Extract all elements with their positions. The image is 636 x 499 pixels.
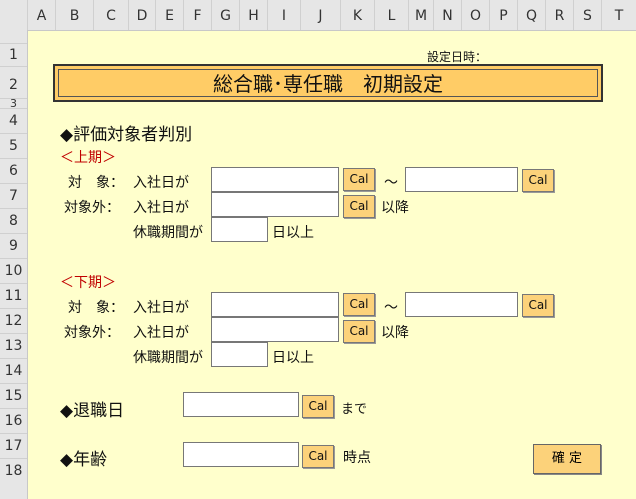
- first-half-label: ＜上期＞: [60, 150, 116, 166]
- column-header-bar: A B C D E F G H I J K L M N O P Q R S T: [0, 0, 636, 31]
- row-header-13[interactable]: 13: [0, 333, 27, 358]
- first-excluded-hire-label: 入社日が: [133, 200, 189, 216]
- confirm-button[interactable]: 確 定: [533, 444, 601, 474]
- first-target-start-cal-button[interactable]: Cal: [343, 168, 375, 191]
- first-target-tilde: ～: [384, 175, 398, 191]
- second-excluded-hire-label: 入社日が: [133, 325, 189, 341]
- row-header-9[interactable]: 9: [0, 233, 27, 258]
- row-header-11[interactable]: 11: [0, 283, 27, 308]
- col-header-K[interactable]: K: [340, 0, 374, 30]
- col-header-N[interactable]: N: [433, 0, 461, 30]
- retire-date-cal-button[interactable]: Cal: [302, 395, 334, 418]
- col-header-R[interactable]: R: [545, 0, 573, 30]
- second-excluded-after-label: 以降: [381, 325, 409, 341]
- col-header-A[interactable]: A: [27, 0, 55, 30]
- first-target-end-input[interactable]: [405, 167, 518, 192]
- row-header-bar: 1 2 3 4 5 6 7 8 9 10 11 12 13 14 15 16 1…: [0, 30, 28, 499]
- retire-heading: ◆退職日: [60, 401, 125, 421]
- col-header-S[interactable]: S: [573, 0, 601, 30]
- second-target-hire-label: 入社日が: [133, 300, 189, 316]
- second-target-tilde: ～: [384, 300, 398, 316]
- first-excluded-after-label: 以降: [381, 200, 409, 216]
- row-header-15[interactable]: 15: [0, 383, 27, 408]
- row-header-6[interactable]: 6: [0, 158, 27, 183]
- second-leave-days-input[interactable]: [211, 342, 268, 367]
- eval-heading: ◆評価対象者判別: [60, 125, 193, 145]
- first-excluded-input[interactable]: [211, 192, 339, 217]
- first-target-label: 対 象：: [68, 175, 124, 191]
- row-header-18[interactable]: 18: [0, 458, 27, 483]
- second-half-label: ＜下期＞: [60, 275, 116, 291]
- col-header-I[interactable]: I: [267, 0, 300, 30]
- second-leave-days-suffix: 日以上: [272, 350, 314, 366]
- age-date-input[interactable]: [183, 442, 299, 467]
- col-header-P[interactable]: P: [489, 0, 517, 30]
- second-target-end-cal-button[interactable]: Cal: [522, 294, 554, 317]
- second-leave-label: 休職期間が: [133, 350, 203, 366]
- first-target-end-cal-button[interactable]: Cal: [522, 169, 554, 192]
- col-header-F[interactable]: F: [183, 0, 211, 30]
- row-header-17[interactable]: 17: [0, 433, 27, 458]
- row-header-3[interactable]: 3: [0, 98, 27, 109]
- first-excluded-cal-button[interactable]: Cal: [343, 195, 375, 218]
- second-target-end-input[interactable]: [405, 292, 518, 317]
- row-header-14[interactable]: 14: [0, 358, 27, 383]
- row-header-16[interactable]: 16: [0, 408, 27, 433]
- page-title: 総合職･専任職 初期設定: [58, 69, 598, 97]
- first-target-hire-label: 入社日が: [133, 175, 189, 191]
- first-target-start-input[interactable]: [211, 167, 339, 192]
- row-header-10[interactable]: 10: [0, 258, 27, 283]
- first-leave-days-suffix: 日以上: [272, 225, 314, 241]
- col-header-Q[interactable]: Q: [517, 0, 545, 30]
- age-point-label: 時点: [343, 450, 371, 466]
- first-leave-days-input[interactable]: [211, 217, 268, 242]
- row-header-1[interactable]: 1: [0, 43, 27, 66]
- row-header-5[interactable]: 5: [0, 133, 27, 158]
- col-header-T[interactable]: T: [601, 0, 636, 30]
- col-header-B[interactable]: B: [55, 0, 93, 30]
- retire-until-label: まで: [341, 402, 368, 417]
- row-header-4[interactable]: 4: [0, 108, 27, 133]
- retire-date-input[interactable]: [183, 392, 299, 417]
- col-header-G[interactable]: G: [211, 0, 239, 30]
- second-excluded-cal-button[interactable]: Cal: [343, 320, 375, 343]
- title-banner: 総合職･専任職 初期設定: [53, 64, 603, 102]
- col-header-L[interactable]: L: [374, 0, 408, 30]
- age-heading: ◆年齢: [60, 450, 108, 470]
- second-excluded-label: 対象外：: [64, 325, 120, 341]
- row-header-8[interactable]: 8: [0, 208, 27, 233]
- col-header-E[interactable]: E: [155, 0, 183, 30]
- first-excluded-label: 対象外：: [64, 200, 120, 216]
- age-date-cal-button[interactable]: Cal: [302, 445, 334, 468]
- row-header-12[interactable]: 12: [0, 308, 27, 333]
- setting-date-label: 設定日時：: [427, 50, 488, 64]
- col-header-H[interactable]: H: [239, 0, 267, 30]
- first-leave-label: 休職期間が: [133, 225, 203, 241]
- row-header-2[interactable]: 2: [0, 66, 27, 98]
- col-header-C[interactable]: C: [93, 0, 128, 30]
- select-all-corner[interactable]: [0, 0, 27, 30]
- row-header-7[interactable]: 7: [0, 183, 27, 208]
- col-header-J[interactable]: J: [300, 0, 340, 30]
- second-excluded-input[interactable]: [211, 317, 339, 342]
- second-target-label: 対 象：: [68, 300, 124, 316]
- col-header-O[interactable]: O: [461, 0, 489, 30]
- col-header-D[interactable]: D: [128, 0, 155, 30]
- second-target-start-input[interactable]: [211, 292, 339, 317]
- second-target-start-cal-button[interactable]: Cal: [343, 293, 375, 316]
- col-header-M[interactable]: M: [408, 0, 433, 30]
